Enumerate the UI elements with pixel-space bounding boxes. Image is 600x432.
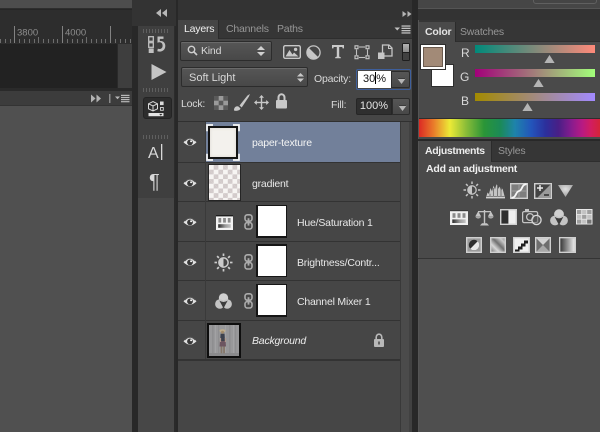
svg-text:A: A: [148, 145, 159, 162]
svg-text:4000: 4000: [65, 28, 86, 39]
svg-text:¶: ¶: [149, 171, 160, 192]
svg-text:3800: 3800: [17, 28, 38, 39]
